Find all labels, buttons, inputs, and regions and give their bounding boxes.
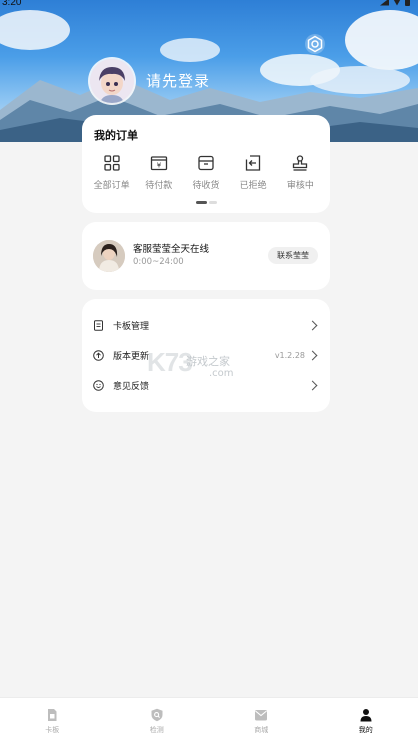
order-under-review[interactable]: 审核中 [278, 153, 322, 191]
mail-bag-icon [254, 708, 268, 722]
user-avatar[interactable] [90, 59, 134, 103]
battery-icon [405, 0, 410, 6]
order-pending-receipt-label: 待收货 [192, 178, 219, 191]
signal-icon [380, 0, 389, 6]
menu-item-label: 版本更新 [113, 349, 149, 362]
customer-service-card: 客服莹莹全天在线 0:00~24:00 联系莹莹 [82, 222, 330, 290]
upload-circle-icon [93, 350, 104, 361]
tab-shop[interactable]: 商城 [209, 698, 314, 739]
contact-service-button[interactable]: 联系莹莹 [268, 247, 318, 264]
wifi-icon [393, 0, 401, 6]
person-icon [359, 708, 373, 722]
agent-photo [93, 240, 125, 272]
watermark-subtitle: 游戏之家 [186, 353, 230, 369]
avatar-illustration [90, 59, 134, 103]
order-rejected[interactable]: 已拒绝 [231, 153, 275, 191]
return-icon [243, 153, 263, 173]
indicator-inactive [209, 201, 217, 204]
order-under-review-label: 审核中 [287, 178, 314, 191]
status-icons [380, 0, 410, 6]
tab-card[interactable]: 卡板 [0, 698, 105, 739]
yuan-wallet-icon: ¥ [149, 153, 169, 173]
menu-item-feedback[interactable]: 意见反馈 [82, 375, 330, 395]
grid-icon [102, 153, 122, 173]
menu-item-label: 意见反馈 [113, 379, 149, 392]
indicator-active [196, 201, 207, 204]
box-icon [196, 153, 216, 173]
chevron-right-icon [308, 380, 318, 390]
stamp-icon [290, 153, 310, 173]
menu-item-card-management[interactable]: 卡板管理 [82, 315, 330, 335]
chevron-right-icon [308, 350, 318, 360]
order-status-list: 全部订单 ¥ 待付款 待收货 已拒绝 [82, 153, 330, 191]
order-rejected-label: 已拒绝 [240, 178, 267, 191]
tab-detect[interactable]: 检测 [105, 698, 210, 739]
status-time: 3:20 [2, 0, 21, 8]
tab-mine[interactable]: 我的 [314, 698, 418, 739]
orders-card: 我的订单 全部订单 ¥ 待付款 待收货 [82, 115, 330, 213]
order-pending-payment[interactable]: ¥ 待付款 [137, 153, 181, 191]
sim-card-icon [45, 708, 59, 722]
watermark-logo: K73 [147, 347, 192, 378]
tab-label: 卡板 [45, 725, 59, 735]
service-agent-avatar [93, 240, 125, 272]
shield-icon [150, 708, 164, 722]
chevron-right-icon [308, 320, 318, 330]
settings-icon[interactable] [304, 33, 326, 55]
smile-icon [93, 380, 104, 391]
login-prompt[interactable]: 请先登录 [146, 70, 210, 91]
order-pending-payment-label: 待付款 [145, 178, 172, 191]
bottom-tab-bar: 卡板 检测 商城 我的 [0, 697, 418, 739]
order-all-label: 全部订单 [94, 178, 130, 191]
service-hours: 0:00~24:00 [133, 257, 184, 267]
page-indicator [196, 201, 217, 204]
watermark-domain: .com [209, 368, 234, 379]
order-all[interactable]: 全部订单 [90, 153, 134, 191]
menu-item-label: 卡板管理 [113, 319, 149, 332]
version-number: v1.2.28 [275, 351, 305, 360]
svg-text:¥: ¥ [157, 162, 162, 170]
tab-label: 商城 [254, 725, 268, 735]
tab-label: 检测 [150, 725, 164, 735]
card-board-icon [93, 320, 104, 331]
order-pending-receipt[interactable]: 待收货 [184, 153, 228, 191]
service-title: 客服莹莹全天在线 [133, 241, 209, 255]
orders-title: 我的订单 [94, 127, 138, 143]
tab-label: 我的 [359, 725, 373, 735]
